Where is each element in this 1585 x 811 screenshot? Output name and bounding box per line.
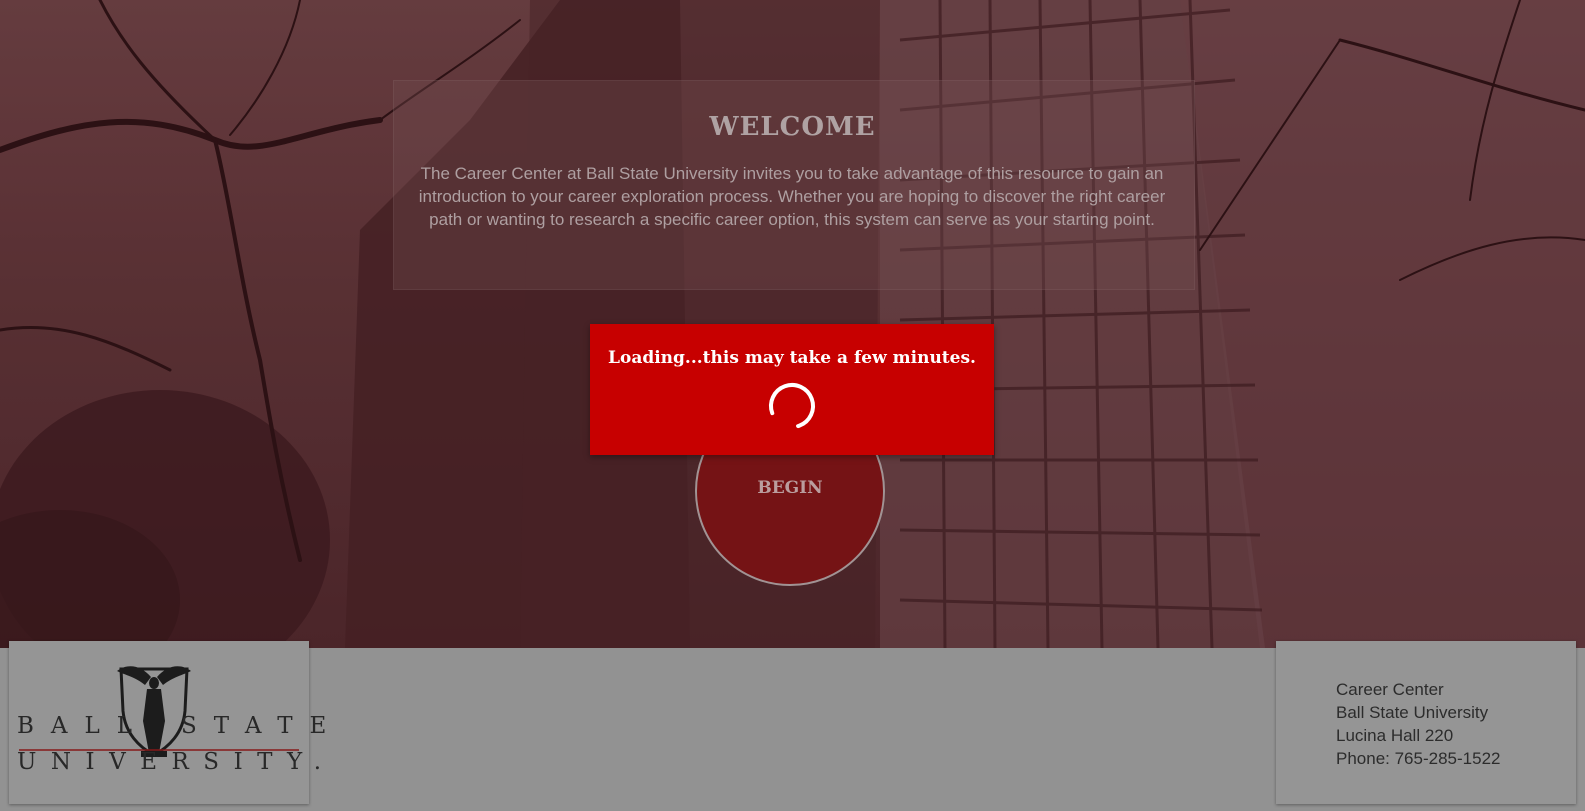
spinner-icon xyxy=(769,383,815,429)
page: WELCOME The Career Center at Ball State … xyxy=(0,0,1585,811)
loading-dialog: Loading...this may take a few minutes. xyxy=(590,324,994,455)
loading-message: Loading...this may take a few minutes. xyxy=(608,348,976,368)
